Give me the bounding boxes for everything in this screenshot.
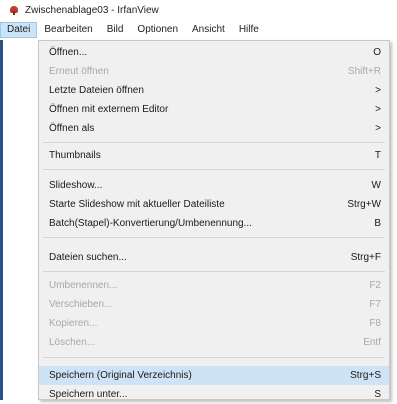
menu-item-shortcut: Strg+S bbox=[350, 370, 381, 381]
menu-bar: Datei Bearbeiten Bild Optionen Ansicht H… bbox=[0, 22, 397, 38]
menu-item-kopieren: Kopieren... F8 bbox=[39, 315, 389, 333]
menu-separator bbox=[43, 271, 385, 272]
menu-item-externer-editor[interactable]: Öffnen mit externem Editor > bbox=[39, 101, 389, 119]
menu-item-label: Speichern unter... bbox=[49, 389, 128, 400]
menu-separator bbox=[43, 169, 385, 170]
menu-item-verschieben: Verschieben... F7 bbox=[39, 296, 389, 314]
menu-item-label: Öffnen als bbox=[49, 123, 95, 134]
menu-separator bbox=[43, 237, 385, 238]
menu-item-label: Löschen... bbox=[49, 337, 96, 348]
menu-item-label: Kopieren... bbox=[49, 318, 98, 329]
menu-item-dateien-suchen[interactable]: Dateien suchen... Strg+F bbox=[39, 249, 389, 267]
menu-item-shortcut: B bbox=[374, 218, 381, 229]
menu-item-shortcut: Entf bbox=[363, 337, 381, 348]
menu-item-umbenennen: Umbenennen... F2 bbox=[39, 277, 389, 295]
menu-item-thumbnails[interactable]: Thumbnails T bbox=[39, 147, 389, 165]
menu-item-shortcut: T bbox=[374, 150, 381, 161]
menu-item-label: Letzte Dateien öffnen bbox=[49, 85, 144, 96]
menu-bild[interactable]: Bild bbox=[100, 22, 131, 38]
menu-datei[interactable]: Datei bbox=[0, 22, 38, 38]
menu-item-label: Slideshow... bbox=[49, 180, 103, 191]
menu-optionen[interactable]: Optionen bbox=[130, 22, 185, 38]
menu-item-label: Verschieben... bbox=[49, 299, 113, 310]
menu-item-label: Umbenennen... bbox=[49, 280, 118, 291]
menu-item-label: Starte Slideshow mit aktueller Dateilist… bbox=[49, 199, 225, 210]
menu-item-label: Speichern (Original Verzeichnis) bbox=[49, 370, 192, 381]
menu-item-shortcut: F2 bbox=[369, 280, 381, 291]
menu-item-batch-konvertierung[interactable]: Batch(Stapel)-Konvertierung/Umbenennung.… bbox=[39, 215, 389, 233]
menu-bearbeiten[interactable]: Bearbeiten bbox=[37, 22, 99, 38]
menu-item-slideshow[interactable]: Slideshow... W bbox=[39, 177, 389, 195]
menu-item-label: Dateien suchen... bbox=[49, 252, 127, 263]
datei-dropdown-menu: Öffnen... O Erneut öffnen Shift+R Letzte… bbox=[38, 40, 390, 400]
menu-hilfe[interactable]: Hilfe bbox=[232, 22, 266, 38]
menu-item-label: Öffnen mit externem Editor bbox=[49, 104, 169, 115]
menu-item-speichern[interactable]: Speichern (Original Verzeichnis) Strg+S bbox=[39, 366, 389, 385]
irfanview-app-icon bbox=[9, 5, 19, 15]
menu-item-label: Batch(Stapel)-Konvertierung/Umbenennung.… bbox=[49, 218, 252, 229]
window-edge-accent bbox=[0, 40, 3, 400]
menu-item-shortcut: F8 bbox=[369, 318, 381, 329]
menu-ansicht[interactable]: Ansicht bbox=[185, 22, 232, 38]
menu-item-shortcut: S bbox=[374, 389, 381, 400]
title-bar: Zwischenablage03 - IrfanView bbox=[0, 0, 397, 20]
menu-item-shortcut: F7 bbox=[369, 299, 381, 310]
menu-separator bbox=[43, 142, 385, 143]
submenu-arrow-icon: > bbox=[375, 85, 381, 96]
menu-item-shortcut: Strg+F bbox=[350, 252, 381, 263]
menu-item-erneut-oeffnen: Erneut öffnen Shift+R bbox=[39, 63, 389, 81]
menu-separator bbox=[43, 357, 385, 358]
menu-item-label: Thumbnails bbox=[49, 150, 101, 161]
menu-item-shortcut: O bbox=[373, 47, 381, 58]
menu-item-label: Öffnen... bbox=[49, 47, 88, 58]
menu-item-label: Erneut öffnen bbox=[49, 66, 109, 77]
window-title: Zwischenablage03 - IrfanView bbox=[25, 4, 159, 16]
menu-item-shortcut: W bbox=[371, 180, 381, 191]
submenu-arrow-icon: > bbox=[375, 123, 381, 134]
menu-item-speichern-unter[interactable]: Speichern unter... S bbox=[39, 386, 389, 404]
menu-item-oeffnen-als[interactable]: Öffnen als > bbox=[39, 120, 389, 138]
submenu-arrow-icon: > bbox=[375, 104, 381, 115]
menu-item-letzte-dateien[interactable]: Letzte Dateien öffnen > bbox=[39, 82, 389, 100]
menu-item-starte-slideshow[interactable]: Starte Slideshow mit aktueller Dateilist… bbox=[39, 196, 389, 214]
menu-item-loeschen: Löschen... Entf bbox=[39, 334, 389, 352]
menu-item-shortcut: Shift+R bbox=[347, 66, 381, 77]
menu-item-shortcut: Strg+W bbox=[347, 199, 381, 210]
menu-item-oeffnen[interactable]: Öffnen... O bbox=[39, 44, 389, 62]
